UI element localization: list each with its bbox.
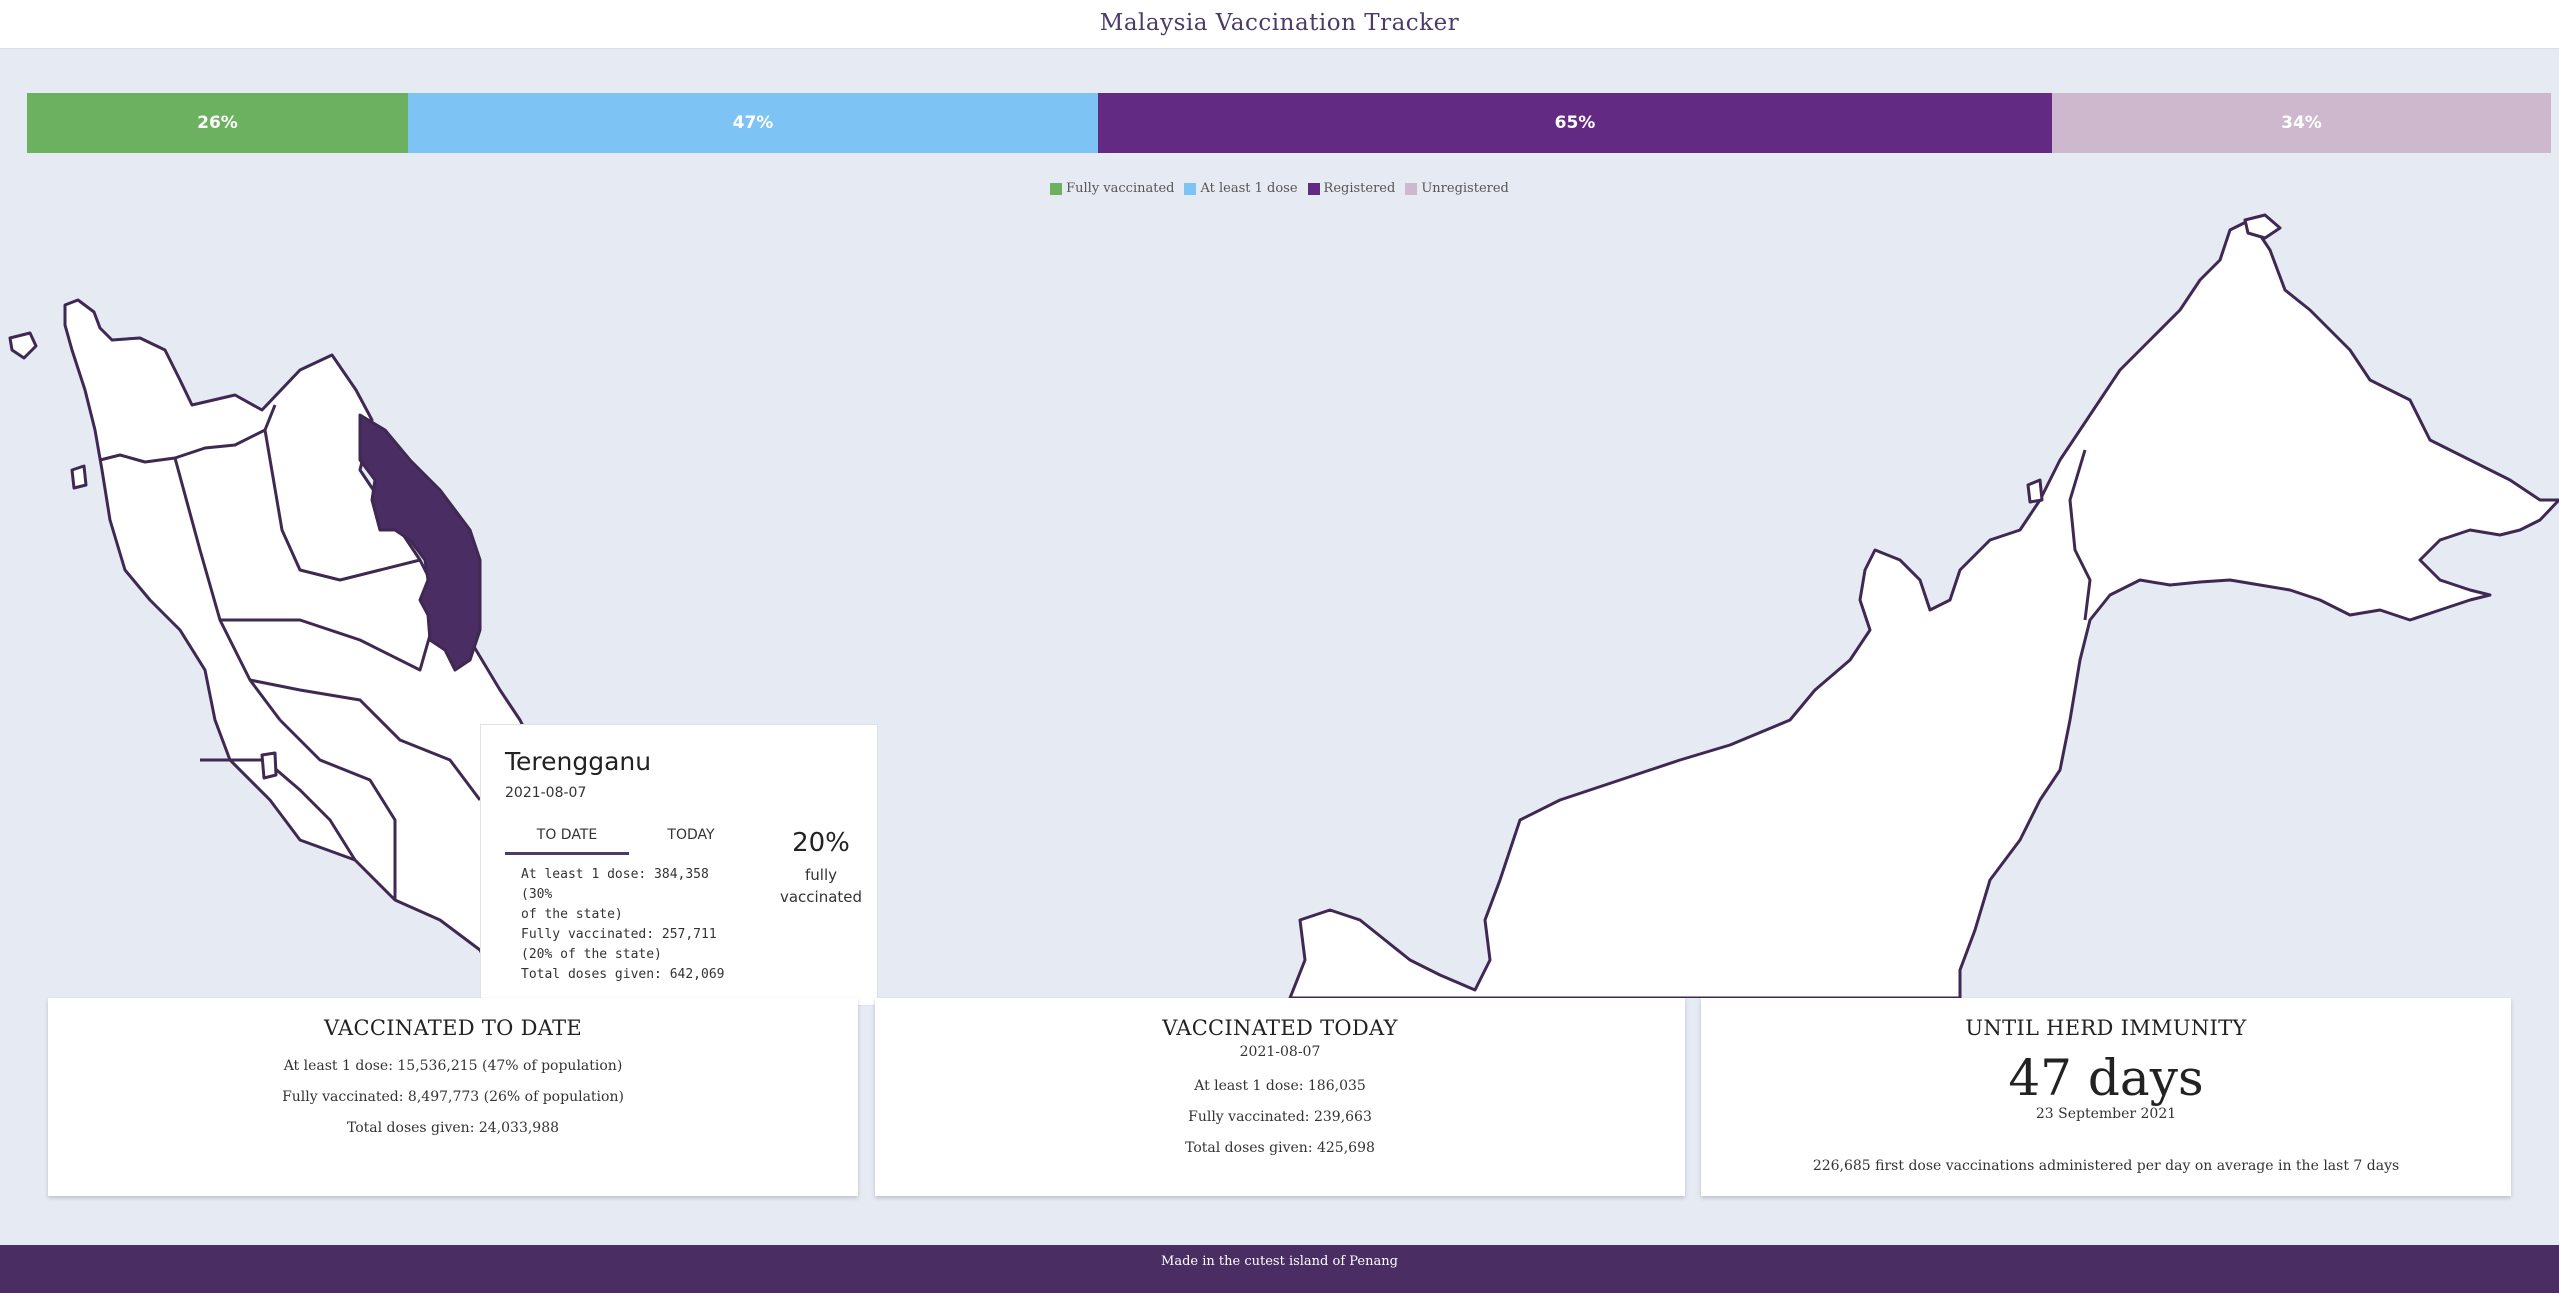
- legend-item-fully-vaccinated: Fully vaccinated: [1050, 181, 1174, 196]
- card-title: VACCINATED TO DATE: [323, 1016, 583, 1040]
- footer: Made in the cutest island of Penang: [0, 1245, 2559, 1293]
- tooltip-stat-line: At least 1 dose: 384,358 (30%: [521, 867, 709, 902]
- card-vaccinated-today: VACCINATED TODAY 2021-08-07 At least 1 d…: [875, 998, 1685, 1196]
- card-date: 2021-08-07: [1239, 1044, 1321, 1060]
- tooltip-state-name: Terengganu: [505, 747, 652, 776]
- card-line-first-dose: At least 1 dose: 15,536,215 (47% of popu…: [283, 1058, 623, 1074]
- map-island-langkawi: [8, 331, 38, 360]
- footer-text: Made in the cutest island of Penang: [1161, 1254, 1398, 1269]
- tooltip-stat-line: Fully vaccinated: 257,711: [521, 927, 717, 942]
- map-state-borneo[interactable]: [1288, 218, 2559, 998]
- card-line-fully-vaccinated: Fully vaccinated: 8,497,773 (26% of popu…: [282, 1089, 624, 1105]
- progress-segment-registered: 65%: [1098, 93, 2052, 153]
- header-bar: Malaysia Vaccination Tracker: [0, 0, 2559, 49]
- herd-immunity-days: 47 days: [2008, 1049, 2204, 1107]
- vaccination-progress-bar: 26% 47% 65% 34%: [27, 93, 2551, 153]
- legend-swatch: [1405, 182, 1418, 195]
- map-island-small: [260, 751, 278, 780]
- map-island-banggi: [2243, 213, 2282, 240]
- card-until-herd-immunity: UNTIL HERD IMMUNITY 47 days 23 September…: [1701, 998, 2511, 1196]
- legend-label: At least 1 dose: [1200, 181, 1298, 196]
- tooltip-percent-block: 20% fully vaccinated: [761, 828, 881, 908]
- map-canvas: [8, 213, 2559, 998]
- tooltip-percent-label-line: fully: [805, 866, 837, 884]
- tooltip-stats: At least 1 dose: 384,358 (30% of the sta…: [521, 865, 731, 985]
- legend-label: Registered: [1323, 181, 1396, 196]
- legend-item-registered: Registered: [1307, 181, 1396, 196]
- tooltip-percent-value: 20%: [792, 828, 850, 858]
- legend-swatch: [1050, 182, 1063, 195]
- legend-swatch: [1307, 182, 1320, 195]
- tooltip-stat-line: (20% of the state): [521, 947, 662, 962]
- card-line-fully-vaccinated: Fully vaccinated: 239,663: [1188, 1109, 1372, 1125]
- legend-item-at-least-one-dose: At least 1 dose: [1184, 181, 1298, 196]
- tab-today[interactable]: TODAY: [629, 818, 753, 852]
- progress-legend: Fully vaccinated At least 1 dose Registe…: [0, 181, 2559, 196]
- progress-segment-fully-vaccinated: 26%: [27, 93, 408, 153]
- map-island-penang: [70, 464, 88, 490]
- tooltip-stat-line: of the state): [521, 907, 623, 922]
- tooltip-percent-label-line: vaccinated: [779, 888, 863, 906]
- progress-segment-unregistered: 34%: [2052, 93, 2551, 153]
- card-line-total-doses: Total doses given: 425,698: [1185, 1140, 1375, 1156]
- card-title: VACCINATED TODAY: [1162, 1016, 1398, 1040]
- page-title: Malaysia Vaccination Tracker: [1099, 10, 1460, 36]
- legend-item-unregistered: Unregistered: [1405, 181, 1509, 196]
- malaysia-map: Terengganu 2021-08-07 TO DATE TODAY At l…: [0, 200, 2559, 1006]
- herd-immunity-date: 23 September 2021: [2035, 1106, 2177, 1122]
- tooltip-date: 2021-08-07: [505, 785, 587, 801]
- legend-swatch: [1184, 182, 1197, 195]
- tooltip-stat-line: Total doses given: 642,069: [521, 967, 725, 982]
- map-island-labuan: [2026, 478, 2044, 504]
- state-tooltip: Terengganu 2021-08-07 TO DATE TODAY At l…: [480, 724, 878, 1006]
- card-line-total-doses: Total doses given: 24,033,988: [346, 1120, 560, 1136]
- progress-segment-at-least-one-dose: 47%: [408, 93, 1098, 153]
- card-line-first-dose: At least 1 dose: 186,035: [1194, 1078, 1366, 1094]
- card-vaccinated-to-date: VACCINATED TO DATE At least 1 dose: 15,5…: [48, 998, 858, 1196]
- card-title: UNTIL HERD IMMUNITY: [1965, 1016, 2247, 1040]
- tab-to-date[interactable]: TO DATE: [505, 818, 629, 855]
- tooltip-percent-label: fully vaccinated: [761, 864, 881, 908]
- legend-label: Fully vaccinated: [1066, 181, 1175, 196]
- herd-immunity-note: 226,685 first dose vaccinations administ…: [1812, 1158, 2400, 1174]
- legend-label: Unregistered: [1421, 181, 1509, 196]
